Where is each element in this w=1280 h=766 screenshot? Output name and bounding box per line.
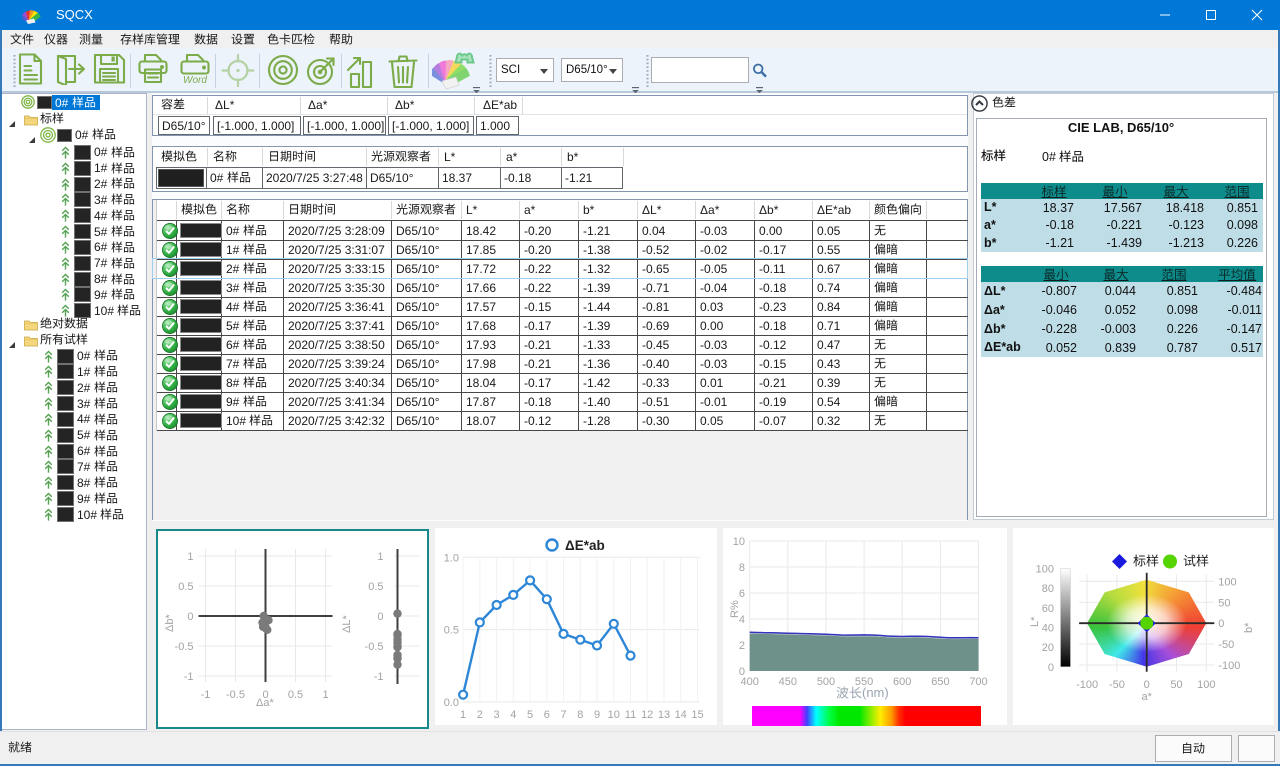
svg-text:5: 5: [527, 709, 533, 721]
svg-text:0.0: 0.0: [444, 697, 459, 709]
svg-text:0: 0: [187, 611, 193, 623]
svg-text:450: 450: [779, 676, 797, 688]
svg-text:12: 12: [641, 709, 653, 721]
svg-text:Word: Word: [183, 75, 207, 84]
svg-text:2: 2: [477, 709, 483, 721]
svg-text:650: 650: [931, 676, 949, 688]
svg-text:0.5: 0.5: [178, 581, 193, 593]
svg-text:500: 500: [817, 676, 835, 688]
svg-text:10: 10: [608, 709, 620, 721]
svg-text:8: 8: [577, 709, 583, 721]
svg-text:-0.5: -0.5: [226, 689, 245, 701]
svg-text:700: 700: [969, 676, 987, 688]
svg-text:14: 14: [675, 709, 687, 721]
svg-text:0.5: 0.5: [368, 581, 383, 593]
svg-text:-1: -1: [200, 689, 210, 701]
svg-text:2: 2: [739, 640, 745, 652]
svg-text:9: 9: [594, 709, 600, 721]
svg-text:10: 10: [733, 536, 745, 548]
svg-text:6: 6: [739, 588, 745, 600]
svg-text:1: 1: [377, 551, 383, 563]
svg-text:4: 4: [510, 709, 516, 721]
svg-text:1: 1: [187, 551, 193, 563]
svg-text:15: 15: [691, 709, 703, 721]
svg-text:-1: -1: [183, 671, 193, 683]
svg-text:-0.5: -0.5: [174, 641, 193, 653]
svg-text:600: 600: [893, 676, 911, 688]
svg-text:7: 7: [560, 709, 566, 721]
svg-text:1: 1: [322, 689, 328, 701]
svg-text:ΔE*ab: ΔE*ab: [565, 538, 605, 553]
svg-text:8: 8: [739, 562, 745, 574]
svg-text:0.5: 0.5: [287, 689, 302, 701]
svg-text:1.0: 1.0: [444, 552, 459, 564]
svg-text:3: 3: [494, 709, 500, 721]
svg-text:1: 1: [460, 709, 466, 721]
svg-text:-1: -1: [373, 671, 383, 683]
svg-text:-0.5: -0.5: [364, 641, 383, 653]
svg-text:0.5: 0.5: [444, 625, 459, 637]
svg-text:0: 0: [739, 666, 745, 678]
svg-text:0: 0: [377, 611, 383, 623]
svg-text:13: 13: [658, 709, 670, 721]
svg-text:6: 6: [544, 709, 550, 721]
svg-text:11: 11: [625, 709, 636, 721]
